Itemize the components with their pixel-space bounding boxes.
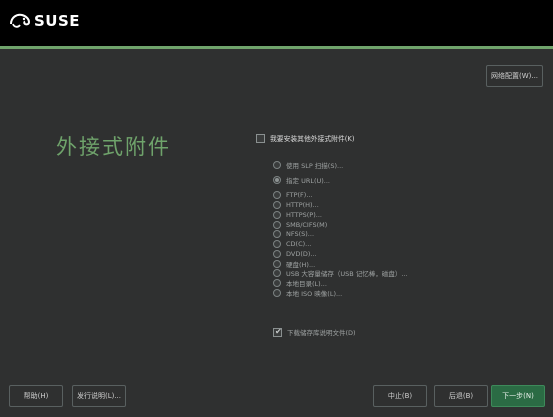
option-label: SMB/CIFS(M) — [286, 220, 328, 229]
option-label: USB 大容量储存（USB 记忆棒，磁盘）... — [286, 269, 408, 278]
checkbox-box[interactable] — [256, 133, 265, 143]
network-config-button[interactable]: 网络配置(W)... — [486, 65, 543, 87]
radio-button[interactable] — [273, 190, 281, 199]
option-cd[interactable]: CD(C)... — [273, 239, 311, 248]
option-http[interactable]: HTTP(H)... — [273, 200, 319, 209]
install-addons-checkbox[interactable]: 我要安装其他外接式附件(K) — [256, 133, 355, 143]
option-label: DVD(D)... — [286, 249, 317, 258]
next-button[interactable]: 下一步(N) — [491, 385, 545, 407]
option-https[interactable]: HTTPS(P)... — [273, 210, 322, 219]
radio-button[interactable] — [273, 220, 281, 229]
radio-button[interactable] — [273, 210, 281, 219]
radio-button[interactable] — [273, 268, 281, 277]
option-label: 本地 ISO 映像(L)... — [286, 289, 343, 298]
option-ftp[interactable]: FTP(F)... — [273, 190, 313, 199]
option-slp-scan[interactable]: 使用 SLP 扫描(S)... — [273, 160, 344, 170]
download-readme-checkbox[interactable]: ✔ 下载储存库说明文件(D) — [273, 327, 356, 337]
radio-button[interactable] — [273, 160, 281, 169]
option-local-directory[interactable]: 本地目录(L)... — [273, 278, 327, 288]
radio-button[interactable] — [273, 278, 281, 287]
chameleon-icon — [10, 13, 31, 28]
checkbox-box[interactable]: ✔ — [273, 326, 282, 337]
download-readme-label: 下载储存库说明文件(D) — [287, 329, 356, 337]
option-label: HTTP(H)... — [286, 200, 319, 209]
radio-button[interactable] — [273, 229, 281, 238]
option-label: FTP(F)... — [286, 190, 313, 199]
back-button[interactable]: 后退(B) — [434, 385, 488, 407]
radio-button[interactable] — [273, 259, 281, 268]
brand-name: SUSE — [34, 12, 81, 30]
option-smb-cifs[interactable]: SMB/CIFS(M) — [273, 220, 327, 229]
option-label: 本地目录(L)... — [286, 279, 327, 288]
option-local-iso[interactable]: 本地 ISO 映像(L)... — [273, 288, 343, 298]
checkmark-icon: ✔ — [275, 326, 282, 336]
option-dvd[interactable]: DVD(D)... — [273, 249, 317, 258]
radio-button[interactable] — [273, 288, 281, 297]
top-bar: SUSE — [0, 0, 553, 46]
option-label: 使用 SLP 扫描(S)... — [286, 161, 344, 170]
help-button[interactable]: 帮助(H) — [9, 385, 63, 407]
radio-button[interactable] — [273, 239, 281, 248]
page-title: 外接式附件 — [56, 135, 171, 159]
install-addons-label: 我要安装其他外接式附件(K) — [270, 135, 355, 143]
option-label: 指定 URL(U)... — [286, 176, 330, 185]
abort-button[interactable]: 中止(B) — [373, 385, 427, 407]
option-usb-storage[interactable]: USB 大容量储存（USB 记忆棒，磁盘）... — [273, 268, 408, 278]
release-notes-button[interactable]: 发行说明(L)... — [72, 385, 126, 407]
radio-button[interactable] — [273, 200, 281, 209]
radio-button[interactable] — [273, 175, 281, 184]
option-label: NFS(S)... — [286, 229, 315, 238]
suse-logo: SUSE — [9, 12, 80, 30]
option-label: HTTPS(P)... — [286, 210, 322, 219]
option-specify-url[interactable]: 指定 URL(U)... — [273, 175, 330, 185]
option-label: CD(C)... — [286, 239, 312, 248]
option-nfs[interactable]: NFS(S)... — [273, 229, 314, 238]
radio-button[interactable] — [273, 249, 281, 258]
